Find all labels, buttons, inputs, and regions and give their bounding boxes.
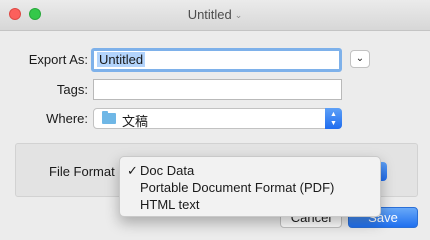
export-as-label: Export As: [28, 52, 88, 67]
file-format-label: File Format [49, 164, 115, 179]
up-down-arrows-icon: ▲ ▼ [325, 108, 342, 129]
chevron-down-icon: ⌄ [234, 10, 243, 20]
menu-item-html-text[interactable]: HTML text [120, 196, 380, 213]
where-label: Where: [46, 111, 88, 126]
menu-item-label: Portable Document Format (PDF) [140, 180, 335, 195]
window-title[interactable]: Untitled ⌄ [0, 7, 430, 22]
export-as-field[interactable]: Untitled [91, 48, 342, 72]
menu-item-label: Doc Data [140, 163, 195, 178]
tags-field[interactable] [93, 79, 342, 100]
where-value: 文稿 [122, 114, 149, 129]
menu-item-doc-data[interactable]: ✓ Doc Data [120, 162, 380, 179]
folder-icon [102, 111, 116, 124]
where-popup[interactable]: 文稿 ▲ ▼ [93, 108, 342, 129]
file-format-menu: ✓ Doc Data Portable Document Format (PDF… [119, 156, 381, 217]
menu-item-pdf[interactable]: Portable Document Format (PDF) [120, 179, 380, 196]
menu-item-label: HTML text [140, 197, 200, 212]
tags-label: Tags: [56, 82, 88, 97]
checkmark-icon: ✓ [127, 163, 138, 178]
title-bar: Untitled ⌄ [0, 0, 430, 31]
chevron-down-icon: ⌄ [355, 53, 365, 64]
expand-dialog-button[interactable]: ⌄ [350, 50, 370, 68]
window-title-text: Untitled [187, 7, 232, 22]
export-as-value: Untitled [97, 52, 146, 67]
